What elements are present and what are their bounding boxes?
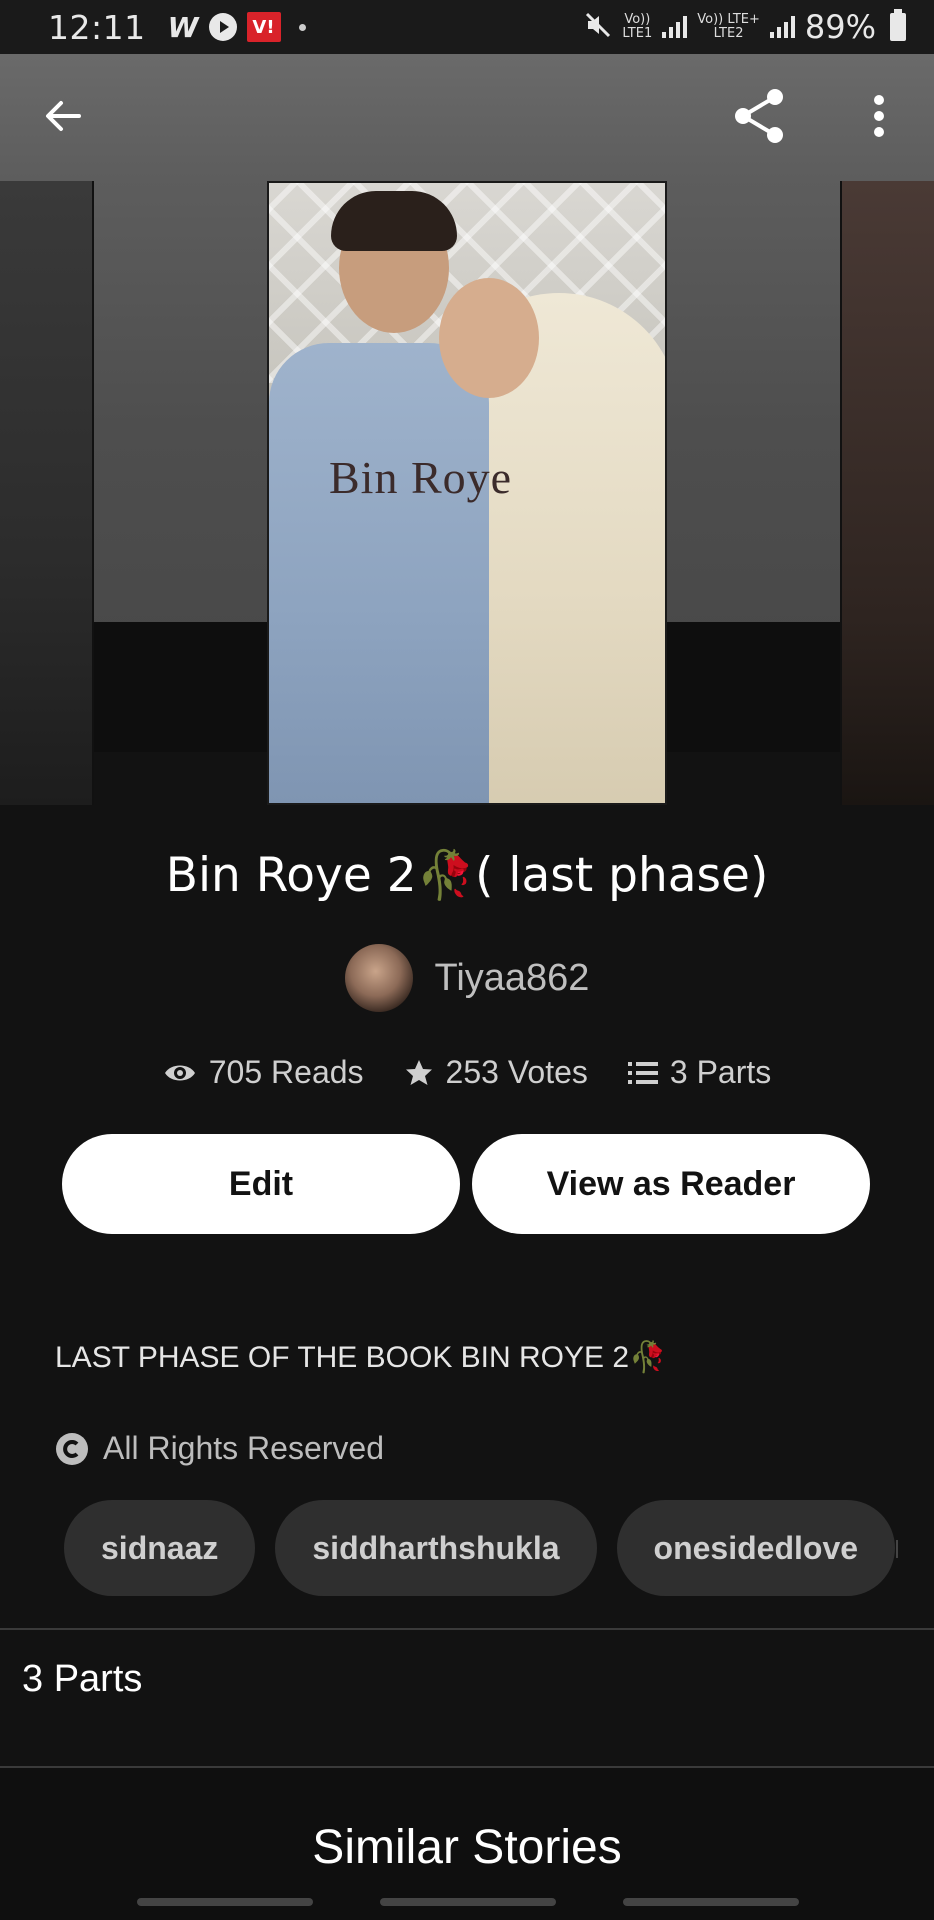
similar-story-peek[interactable] (623, 1898, 799, 1906)
cover-title-text: Bin Roye (329, 452, 513, 503)
mute-icon (584, 11, 612, 43)
tag-chip[interactable]: siddharthshukla (275, 1500, 597, 1596)
list-icon (627, 1061, 658, 1084)
lte1-indicator: Vo)) LTE1 (622, 12, 653, 41)
copyright-row: All Rights Reserved (55, 1430, 384, 1467)
battery-icon (890, 9, 906, 41)
eye-icon (164, 1065, 195, 1080)
tag-list: sidnaaz siddharthshukla onesidedlove (64, 1500, 896, 1596)
more-options-button[interactable] (849, 86, 909, 146)
votes-stat: 253 Votes (404, 1054, 588, 1091)
divider (0, 1628, 934, 1630)
copyright-icon (56, 1432, 88, 1465)
view-as-reader-button[interactable]: View as Reader (472, 1134, 870, 1234)
tag-overflow-edge (896, 1540, 898, 1558)
signal-2-icon (769, 16, 795, 38)
star-icon (405, 1059, 432, 1085)
tag-chip[interactable]: onesidedlove (616, 1500, 896, 1596)
share-icon (735, 89, 783, 143)
more-vert-icon (874, 95, 884, 137)
arrow-left-icon (46, 101, 81, 131)
reads-stat: 705 Reads (163, 1054, 364, 1091)
reads-count: 705 Reads (208, 1054, 364, 1090)
avatar[interactable] (344, 944, 413, 1012)
similar-story-peek[interactable] (380, 1898, 556, 1906)
next-cover-image[interactable] (840, 181, 934, 805)
story-description: LAST PHASE OF THE BOOK BIN ROYE 2🥀 (55, 1341, 667, 1374)
story-stats: 705 Reads 253 Votes 3 Parts (0, 1054, 934, 1091)
author-row[interactable]: Tiyaa862 (0, 944, 934, 1012)
lte2-indicator: Vo)) LTE+ LTE2 (697, 12, 760, 41)
edit-button[interactable]: Edit (62, 1134, 460, 1234)
status-time: 12:11 (48, 7, 146, 47)
share-button[interactable] (730, 86, 790, 146)
status-right: Vo)) LTE1 Vo)) LTE+ LTE2 89% (584, 8, 906, 46)
votes-count: 253 Votes (445, 1054, 588, 1090)
rights-label: All Rights Reserved (103, 1430, 384, 1466)
tag-chip[interactable]: sidnaaz (64, 1500, 256, 1596)
story-cover-image: Bin Roye (267, 181, 667, 805)
parts-count: 3 Parts (669, 1054, 772, 1090)
status-bar: 12:11 W V! Vo)) LTE1 Vo)) LTE+ LTE2 89% (0, 0, 934, 54)
more-notifications-dot-icon (298, 23, 306, 31)
author-name[interactable]: Tiyaa862 (435, 957, 590, 1000)
play-notification-icon (208, 13, 237, 41)
vi-notification-icon: V! (246, 12, 281, 42)
wattpad-notification-icon: W (167, 10, 199, 44)
signal-1-icon (662, 16, 688, 38)
parts-stat: 3 Parts (627, 1054, 772, 1091)
similar-stories-heading: Similar Stories (312, 1821, 622, 1874)
parts-heading[interactable]: 3 Parts (22, 1658, 142, 1701)
battery-percent: 89% (804, 8, 876, 46)
story-title: Bin Roye 2🥀( last phase) (165, 848, 769, 903)
back-button[interactable] (33, 86, 93, 146)
previous-cover-image[interactable] (0, 181, 94, 805)
similar-story-peek[interactable] (137, 1898, 313, 1906)
